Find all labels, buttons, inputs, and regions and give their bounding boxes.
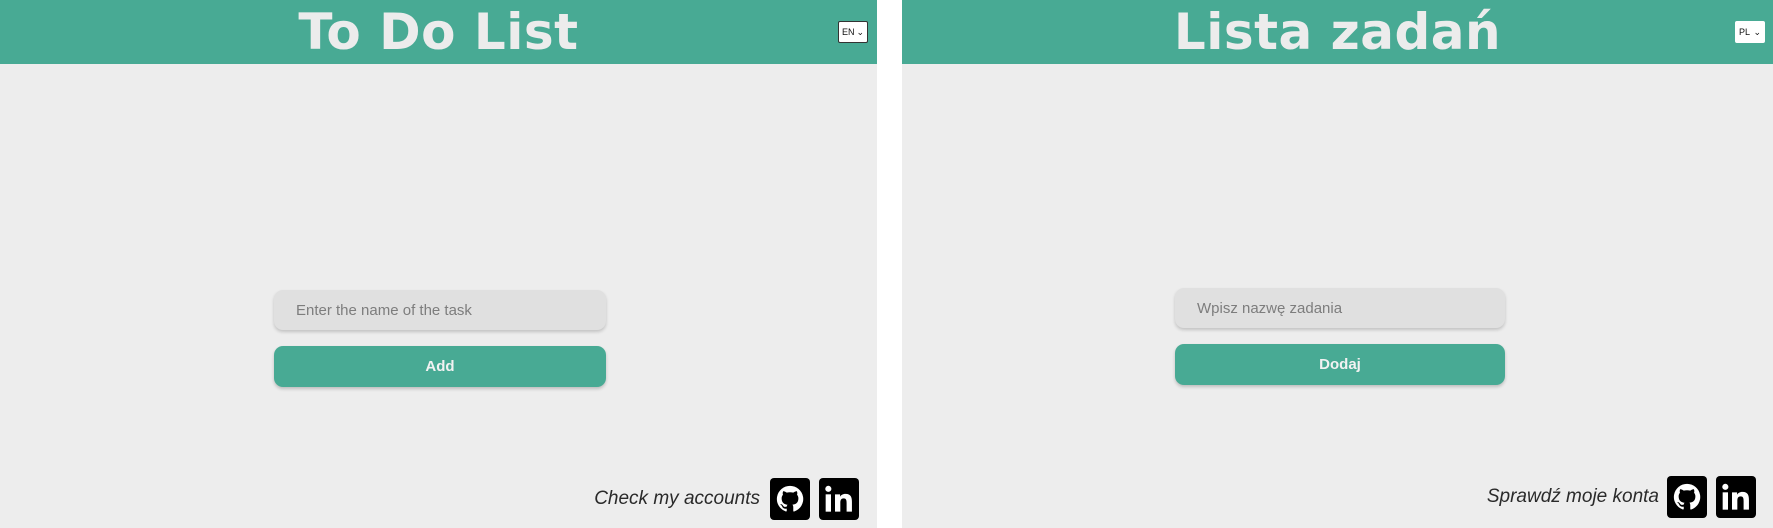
linkedin-icon [825,485,852,512]
github-icon [776,485,804,512]
language-select-value: PL [1739,27,1751,37]
github-link[interactable] [1667,476,1707,518]
accounts-label: Check my accounts [594,488,760,509]
add-task-button[interactable]: Add [274,346,606,387]
linkedin-link[interactable] [1716,476,1756,518]
todo-app-panel-pl: Lista zadań PL ⌄ Dodaj Sprawdź moje kont… [902,0,1773,528]
app-header: To Do List EN ⌄ [0,0,877,64]
chevron-down-icon: ⌄ [856,26,864,37]
language-select[interactable]: PL ⌄ [1735,21,1765,43]
github-link[interactable] [770,478,810,520]
page-title: Lista zadań [1173,3,1502,61]
task-name-input[interactable] [274,290,606,330]
linkedin-link[interactable] [819,478,859,520]
language-select[interactable]: EN ⌄ [838,21,868,43]
page-title: To Do List [298,3,579,61]
todo-app-panel-en: To Do List EN ⌄ Add Check my accounts [0,0,877,528]
language-select-value: EN [842,27,855,37]
linkedin-icon [1722,483,1749,510]
accounts-label: Sprawdź moje konta [1486,486,1659,507]
chevron-down-icon: ⌄ [1753,26,1761,37]
github-icon [1673,483,1701,510]
app-header: Lista zadań PL ⌄ [902,0,1773,64]
add-task-button[interactable]: Dodaj [1175,344,1505,385]
task-name-input[interactable] [1175,288,1505,328]
